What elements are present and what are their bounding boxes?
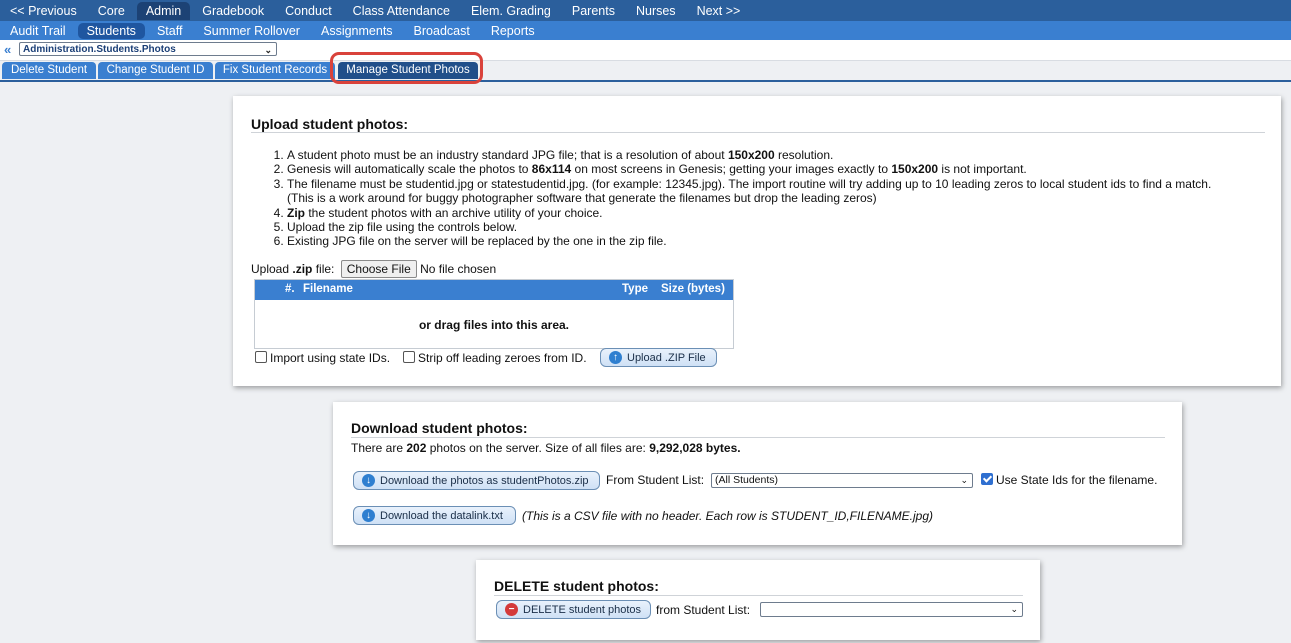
datalink-note: (This is a CSV file with no header. Each…: [522, 509, 934, 523]
sub-tabs: Delete Student Change Student ID Fix Stu…: [0, 62, 1291, 82]
tab-delete-student[interactable]: Delete Student: [2, 62, 96, 79]
use-state-ids-label: Use State Ids for the filename.: [996, 473, 1158, 487]
use-state-ids-checkbox[interactable]: [981, 473, 993, 485]
choose-file-button[interactable]: Choose File: [340, 260, 417, 278]
nav-nurses[interactable]: Nurses: [627, 2, 685, 20]
no-file-text: No file chosen: [420, 262, 497, 276]
divider: [251, 132, 1265, 133]
upload-title: Upload student photos:: [251, 116, 409, 132]
download-card: Download student photos: There are 202 p…: [333, 402, 1182, 545]
col-filename: Filename: [303, 283, 353, 295]
delete-student-list-select[interactable]: ⌄: [760, 602, 1023, 617]
download-datalink-button-label: Download the datalink.txt: [380, 509, 503, 522]
download-title: Download student photos:: [351, 420, 528, 436]
nav-gradebook[interactable]: Gradebook: [193, 2, 273, 20]
delete-card: DELETE student photos: − DELETE student …: [476, 560, 1040, 640]
breadcrumb: Administration.Students.Photos: [23, 44, 176, 55]
subnav-reports[interactable]: Reports: [482, 23, 544, 39]
chevron-down-icon: ⌄: [960, 475, 968, 485]
subnav-staff[interactable]: Staff: [148, 23, 191, 39]
arrow-down-icon: ↓: [362, 509, 375, 522]
breadcrumb-select[interactable]: Administration.Students.Photos ⌄: [19, 42, 277, 56]
col-size: Size (bytes): [661, 283, 725, 295]
delete-photos-button[interactable]: − DELETE student photos: [496, 600, 651, 619]
double-chevron-left-icon[interactable]: «: [4, 42, 11, 57]
nav-conduct[interactable]: Conduct: [276, 2, 341, 20]
sub-nav: Audit Trail Students Staff Summer Rollov…: [0, 21, 1291, 40]
download-info: There are 202 photos on the server. Size…: [351, 441, 741, 455]
upload-card: Upload student photos: A student photo m…: [233, 96, 1281, 386]
delete-from-list-label: from Student List:: [656, 603, 751, 617]
chevron-down-icon: ⌄: [264, 45, 272, 55]
file-drop-area[interactable]: #. Filename Type Size (bytes) or drag fi…: [254, 279, 734, 349]
delete-photos-button-label: DELETE student photos: [523, 603, 642, 616]
divider: [351, 437, 1165, 438]
import-state-ids-row: Import using state IDs.: [255, 351, 390, 365]
step-3: The filename must be studentid.jpg or st…: [287, 177, 1211, 206]
download-zip-button[interactable]: ↓ Download the photos as studentPhotos.z…: [353, 471, 600, 490]
nav-previous[interactable]: << Previous: [1, 2, 86, 20]
import-state-ids-label: Import using state IDs.: [270, 351, 391, 365]
strip-zeroes-checkbox[interactable]: [403, 351, 415, 363]
nav-elem-grading[interactable]: Elem. Grading: [462, 2, 560, 20]
download-datalink-button[interactable]: ↓ Download the datalink.txt: [353, 506, 516, 525]
student-list-value: (All Students): [715, 474, 779, 486]
chevron-down-icon: ⌄: [1010, 604, 1018, 614]
upload-label: Upload .zip file:: [251, 262, 335, 276]
top-nav: << Previous Core Admin Gradebook Conduct…: [0, 0, 1291, 21]
subnav-broadcast[interactable]: Broadcast: [405, 23, 479, 39]
nav-next[interactable]: Next >>: [688, 2, 750, 20]
nav-parents[interactable]: Parents: [563, 2, 624, 20]
grid-header: #. Filename Type Size (bytes): [255, 280, 733, 300]
nav-class-attendance[interactable]: Class Attendance: [344, 2, 459, 20]
subnav-summer-rollover[interactable]: Summer Rollover: [194, 23, 309, 39]
step-1: A student photo must be an industry stan…: [287, 148, 1211, 162]
step-6: Existing JPG file on the server will be …: [287, 234, 1211, 248]
divider: [494, 595, 1023, 596]
breadcrumb-row: « Administration.Students.Photos ⌄: [0, 40, 1291, 61]
import-state-ids-checkbox[interactable]: [255, 351, 267, 363]
delete-title: DELETE student photos:: [494, 578, 659, 594]
upload-zip-button[interactable]: ↑ Upload .ZIP File: [600, 348, 717, 367]
strip-zeroes-row: Strip off leading zeroes from ID.: [403, 351, 587, 365]
subnav-students[interactable]: Students: [77, 22, 145, 39]
use-state-ids-row: Use State Ids for the filename.: [981, 473, 1157, 487]
upload-zip-row: Upload .zip file: Choose File No file ch…: [251, 260, 496, 278]
from-student-list-label: From Student List:: [606, 473, 705, 487]
arrow-up-icon: ↑: [609, 351, 622, 364]
minus-circle-icon: −: [505, 603, 518, 616]
step-4: Zip the student photos with an archive u…: [287, 206, 1211, 220]
highlight-box: [330, 52, 483, 84]
tab-fix-student-records[interactable]: Fix Student Records: [215, 62, 335, 79]
tab-change-student-id[interactable]: Change Student ID: [98, 62, 213, 79]
nav-core[interactable]: Core: [89, 2, 134, 20]
upload-steps: A student photo must be an industry stan…: [251, 148, 1211, 249]
subnav-audit-trail[interactable]: Audit Trail: [1, 23, 75, 39]
upload-zip-button-label: Upload .ZIP File: [627, 351, 706, 364]
step-2: Genesis will automatically scale the pho…: [287, 162, 1211, 176]
download-zip-button-label: Download the photos as studentPhotos.zip: [380, 474, 589, 487]
nav-admin[interactable]: Admin: [136, 1, 191, 20]
student-list-select[interactable]: (All Students) ⌄: [711, 473, 973, 488]
drop-text: or drag files into this area.: [418, 318, 570, 332]
step-5: Upload the zip file using the controls b…: [287, 220, 1211, 234]
col-num: #.: [285, 283, 295, 295]
subnav-assignments[interactable]: Assignments: [312, 23, 402, 39]
strip-zeroes-label: Strip off leading zeroes from ID.: [418, 351, 587, 365]
arrow-down-icon: ↓: [362, 474, 375, 487]
col-type: Type: [622, 283, 648, 295]
